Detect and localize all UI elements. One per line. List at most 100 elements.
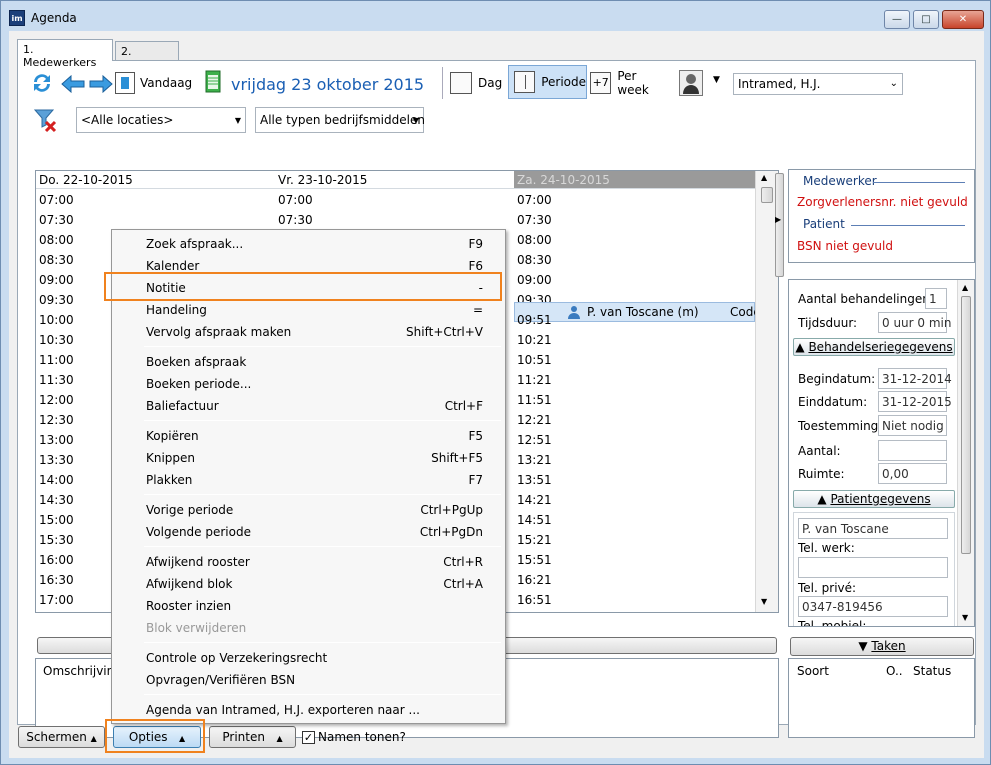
location-filter-select[interactable]: <Alle locaties> ▼ <box>76 107 246 133</box>
time-slot[interactable]: 08:30 <box>514 250 750 270</box>
details-scroll-thumb[interactable] <box>961 296 971 554</box>
view-week-button[interactable]: +7 Per week <box>590 67 670 99</box>
refresh-icon[interactable] <box>28 69 56 97</box>
menu-item-plakken[interactable]: Plakken F7 <box>114 469 503 491</box>
show-names-label: Namen tonen? <box>318 730 406 744</box>
time-slot[interactable]: 13:51 <box>514 470 750 490</box>
next-arrow-icon[interactable] <box>88 73 114 95</box>
menu-item-label: Vorige periode <box>146 503 234 517</box>
duration-field[interactable]: 0 uur 0 min <box>878 312 952 333</box>
menu-item-boeken-afspraak[interactable]: Boeken afspraak <box>114 351 503 373</box>
time-slot[interactable]: 09:51 <box>514 310 750 330</box>
previous-arrow-icon[interactable] <box>60 73 86 95</box>
time-slot[interactable]: 14:21 <box>514 490 750 510</box>
time-slot[interactable]: 11:21 <box>514 370 750 390</box>
menu-item-kopi-ren[interactable]: Kopiëren F5 <box>114 425 503 447</box>
scroll-up-arrow-icon[interactable]: ▲ <box>761 173 767 182</box>
work-phone-field[interactable] <box>798 557 948 578</box>
scroll-down-arrow-icon[interactable]: ▼ <box>962 613 968 622</box>
time-slot[interactable]: 07:30 <box>514 210 750 230</box>
count-field[interactable]: 1 <box>925 288 947 309</box>
minimize-button[interactable]: — <box>884 10 910 29</box>
chevron-up-icon: ▲ <box>817 492 831 506</box>
view-period-button[interactable]: Periode <box>508 65 587 99</box>
view-day-button[interactable]: Dag <box>450 67 508 99</box>
close-button[interactable]: ✕ <box>942 10 984 29</box>
menu-item-afwijkend-blok[interactable]: Afwijkend blok Ctrl+A <box>114 573 503 595</box>
menu-item-handeling[interactable]: Handeling = <box>114 299 503 321</box>
consent-field[interactable]: Niet nodig <box>878 415 947 436</box>
amount-field[interactable] <box>878 440 947 461</box>
menu-item-shortcut: Ctrl+PgUp <box>420 503 483 517</box>
time-slot[interactable]: 09:00 <box>514 270 750 290</box>
patient-section-toggle[interactable]: ▲ Patientgegevens <box>793 490 955 508</box>
series-section-toggle[interactable]: ▲ Behandelseriegegevens <box>793 338 955 356</box>
consent-label: Toestemming: <box>798 419 883 433</box>
menu-item-zoek-afspraak[interactable]: Zoek afspraak... F9 <box>114 233 503 255</box>
menu-item-agenda-van-intramed-h-j-exporteren-naar[interactable]: Agenda van Intramed, H.J. exporteren naa… <box>114 699 503 721</box>
expand-arrow-icon[interactable]: ▶ <box>775 215 781 224</box>
patient-name-field[interactable]: P. van Toscane <box>798 518 948 539</box>
info-panel: Medewerker Zorgverlenersnr. niet gevuld … <box>788 169 975 263</box>
menu-item-boeken-periode[interactable]: Boeken periode... <box>114 373 503 395</box>
menu-separator <box>144 642 501 643</box>
calendar-icon[interactable] <box>204 68 222 94</box>
menu-item-controle-op-verzekeringsrecht[interactable]: Controle op Verzekeringsrecht <box>114 647 503 669</box>
tasks-column-o[interactable]: O.. <box>886 664 903 678</box>
time-slot[interactable]: 11:51 <box>514 390 750 410</box>
time-slot[interactable]: 07:30 <box>36 210 272 230</box>
time-slot[interactable]: 07:00 <box>275 190 511 210</box>
time-slot[interactable]: 07:00 <box>36 190 272 210</box>
details-scrollbar[interactable]: ▲ ▼ <box>957 280 974 626</box>
employee-select[interactable]: Intramed, H.J. ⌄ <box>733 73 903 95</box>
scroll-down-arrow-icon[interactable]: ▼ <box>761 597 767 606</box>
time-slot[interactable]: 16:21 <box>514 570 750 590</box>
time-slot[interactable]: 12:21 <box>514 410 750 430</box>
screens-button[interactable]: Schermen ▲ <box>18 726 105 748</box>
time-slot[interactable]: 10:21 <box>514 330 750 350</box>
tab-ruimtes[interactable]: 2. Ruimtes <box>115 41 179 71</box>
time-slot[interactable]: 16:51 <box>514 590 750 610</box>
splitter-handle[interactable] <box>775 173 784 277</box>
menu-item-opvragen-verifi-ren-bsn[interactable]: Opvragen/Verifiëren BSN <box>114 669 503 691</box>
menu-item-vorige-periode[interactable]: Vorige periode Ctrl+PgUp <box>114 499 503 521</box>
grid-scroll-thumb[interactable] <box>761 187 773 203</box>
time-slot[interactable]: 15:51 <box>514 550 750 570</box>
menu-item-volgende-periode[interactable]: Volgende periode Ctrl+PgDn <box>114 521 503 543</box>
today-button[interactable]: Vandaag <box>115 67 195 99</box>
menu-item-knippen[interactable]: Knippen Shift+F5 <box>114 447 503 469</box>
menu-item-baliefactuur[interactable]: Baliefactuur Ctrl+F <box>114 395 503 417</box>
home-phone-field[interactable]: 0347-819456 <box>798 596 948 617</box>
tasks-column-kind[interactable]: Soort <box>797 664 829 678</box>
menu-item-afwijkend-rooster[interactable]: Afwijkend rooster Ctrl+R <box>114 551 503 573</box>
room-field[interactable]: 0,00 <box>878 463 947 484</box>
column-header-friday[interactable]: Vr. 23-10-2015 <box>275 171 514 189</box>
menu-item-shortcut: Ctrl+F <box>444 399 483 413</box>
resource-filter-select[interactable]: Alle typen bedrijfsmiddelen ▼ <box>255 107 425 133</box>
work-phone-label: Tel. werk: <box>798 541 855 555</box>
clear-filter-icon[interactable] <box>32 106 60 134</box>
tasks-column-status[interactable]: Status <box>913 664 951 678</box>
time-slot[interactable]: 07:00 <box>514 190 750 210</box>
scroll-up-arrow-icon[interactable]: ▲ <box>962 283 968 292</box>
time-slot[interactable]: 07:30 <box>275 210 511 230</box>
end-date-field[interactable]: 31-12-2015 <box>878 391 952 412</box>
tab-medewerkers[interactable]: 1. Medewerkers <box>17 39 113 69</box>
show-names-checkbox[interactable]: ✓ <box>302 731 315 744</box>
print-button[interactable]: Printen ▲ <box>209 726 296 748</box>
employee-avatar-icon[interactable] <box>679 70 703 96</box>
maximize-button[interactable]: □ <box>913 10 939 29</box>
time-slot[interactable]: 15:21 <box>514 530 750 550</box>
time-slot[interactable]: 14:51 <box>514 510 750 530</box>
time-slot[interactable]: 10:51 <box>514 350 750 370</box>
column-header-saturday[interactable]: Za. 24-10-2015 <box>514 171 755 189</box>
column-header-thursday[interactable]: Do. 22-10-2015 <box>36 171 275 189</box>
menu-item-vervolg-afspraak-maken[interactable]: Vervolg afspraak maken Shift+Ctrl+V <box>114 321 503 343</box>
start-date-field[interactable]: 31-12-2014 <box>878 368 952 389</box>
time-slot[interactable]: 13:21 <box>514 450 750 470</box>
tasks-toggle-button[interactable]: ▼ Taken <box>790 637 974 656</box>
menu-item-rooster-inzien[interactable]: Rooster inzien <box>114 595 503 617</box>
time-slot[interactable]: 08:00 <box>514 230 750 250</box>
time-slot[interactable]: 12:51 <box>514 430 750 450</box>
employee-dropdown-arrow-icon[interactable]: ▼ <box>713 75 720 85</box>
